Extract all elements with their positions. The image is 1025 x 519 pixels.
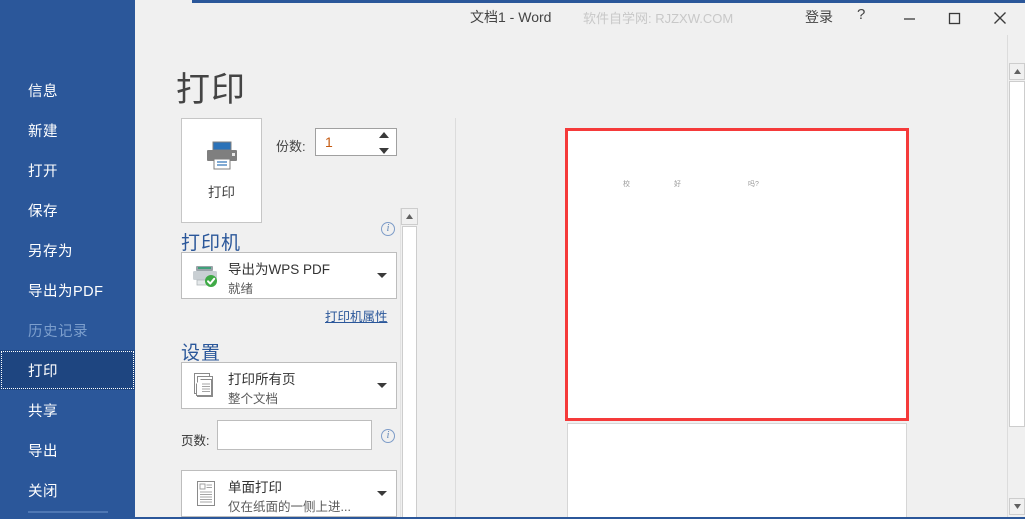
sidebar-item-label: 关闭 xyxy=(28,483,58,500)
copies-spin-buttons[interactable] xyxy=(377,132,391,154)
sidebar-item-history: 历史记录 xyxy=(0,310,135,350)
sidebar-item-label: 打印 xyxy=(28,363,58,380)
sidebar-item-label: 导出为PDF xyxy=(28,283,104,300)
sidebar-item-label: 导出 xyxy=(28,443,58,460)
sidebar-item-label: 新建 xyxy=(28,123,58,140)
print-button-label: 打印 xyxy=(208,184,235,200)
pages-input[interactable] xyxy=(217,420,372,450)
sidebar-item-label: 历史记录 xyxy=(28,323,88,340)
sidebar-item-label: 打开 xyxy=(28,163,58,180)
chevron-down-icon[interactable] xyxy=(377,273,387,278)
sign-in-button[interactable]: 登录 xyxy=(805,7,833,27)
printer-section-heading: 打印机 xyxy=(181,233,242,254)
printer-status-icon xyxy=(190,260,222,292)
close-icon[interactable] xyxy=(977,3,1022,33)
preview-page-2 xyxy=(567,423,907,519)
printer-status: 就绪 xyxy=(228,282,254,296)
chevron-down-icon[interactable] xyxy=(377,383,387,388)
printer-select[interactable]: 导出为WPS PDF 就绪 xyxy=(181,252,397,299)
sidebar-item-label: 信息 xyxy=(28,83,58,100)
sided-subtitle: 仅在纸面的一侧上进... xyxy=(228,500,351,514)
printer-properties-link[interactable]: 打印机属性 xyxy=(325,306,388,325)
sidebar-item-save-as[interactable]: 另存为 xyxy=(0,230,135,270)
sidebar-item-save[interactable]: 保存 xyxy=(0,190,135,230)
sidebar-item-export[interactable]: 导出 xyxy=(0,430,135,470)
sidebar-item-list: 信息 新建 打开 保存 另存为 导出为PDF 历史记录 打印 共享 导出 关闭 xyxy=(0,70,135,510)
print-range-subtitle: 整个文档 xyxy=(228,392,279,406)
print-settings-pane: 打印 份数: 1 打印机 i 导出为WPS PDF 就绪 打印机属性 设置 打印… xyxy=(135,110,405,519)
sidebar-item-new[interactable]: 新建 xyxy=(0,110,135,150)
sidebar-item-label: 另存为 xyxy=(28,243,73,260)
preview-scrollbar[interactable] xyxy=(1007,35,1025,519)
copies-label: 份数: xyxy=(276,139,306,154)
sidebar-item-info[interactable]: 信息 xyxy=(0,70,135,110)
one-sided-icon xyxy=(190,478,222,510)
sidebar-divider xyxy=(28,511,108,513)
printer-name: 导出为WPS PDF xyxy=(228,262,331,277)
document-pages-icon xyxy=(190,370,222,402)
sidebar-item-print[interactable]: 打印 xyxy=(0,350,135,390)
maximize-icon[interactable] xyxy=(932,3,977,33)
print-range-title: 打印所有页 xyxy=(228,372,296,387)
pages-label: 页数: xyxy=(181,434,210,448)
sidebar-item-close[interactable]: 关闭 xyxy=(0,470,135,510)
print-button[interactable]: 打印 xyxy=(181,118,262,223)
chevron-down-icon[interactable] xyxy=(379,148,389,154)
copies-value: 1 xyxy=(325,134,333,150)
print-range-select[interactable]: 打印所有页 整个文档 xyxy=(181,362,397,409)
scrollbar-thumb[interactable] xyxy=(1009,81,1025,427)
printer-icon xyxy=(205,141,239,176)
print-preview: 校 好 吗? xyxy=(456,35,1006,519)
copies-stepper[interactable]: 1 xyxy=(315,128,397,156)
sidebar-item-export-pdf[interactable]: 导出为PDF xyxy=(0,270,135,310)
scroll-up-icon[interactable] xyxy=(401,208,418,225)
title-bar: 文档1 - Word 软件自学网: RJZXW.COM 登录 ? xyxy=(135,3,1025,33)
sided-title: 单面打印 xyxy=(228,480,282,495)
pages-info-icon[interactable]: i xyxy=(381,429,395,443)
chevron-up-icon[interactable] xyxy=(379,132,389,138)
sidebar-item-label: 共享 xyxy=(28,403,58,420)
annotation-rectangle xyxy=(565,128,909,421)
chevron-down-icon[interactable] xyxy=(377,491,387,496)
printer-info-icon[interactable]: i xyxy=(381,222,395,236)
word-backstage-print-screen: 信息 新建 打开 保存 另存为 导出为PDF 历史记录 打印 共享 导出 关闭 … xyxy=(0,0,1025,519)
sidebar-item-label: 保存 xyxy=(28,203,58,220)
scroll-down-icon[interactable] xyxy=(1009,498,1025,515)
document-title: 文档1 - Word xyxy=(470,9,552,25)
settings-pane-scrollbar[interactable] xyxy=(400,208,418,519)
scrollbar-thumb[interactable] xyxy=(402,226,417,519)
page-title: 打印 xyxy=(176,71,246,109)
sided-select[interactable]: 单面打印 仅在纸面的一侧上进... xyxy=(181,470,397,517)
watermark-text: 软件自学网: RJZXW.COM xyxy=(583,11,734,26)
sidebar-item-share[interactable]: 共享 xyxy=(0,390,135,430)
minimize-icon[interactable] xyxy=(887,3,932,33)
help-icon[interactable]: ? xyxy=(857,6,865,23)
sidebar-item-open[interactable]: 打开 xyxy=(0,150,135,190)
settings-section-heading: 设置 xyxy=(181,343,222,364)
scroll-up-icon[interactable] xyxy=(1009,63,1025,80)
backstage-sidebar: 信息 新建 打开 保存 另存为 导出为PDF 历史记录 打印 共享 导出 关闭 xyxy=(0,0,135,519)
